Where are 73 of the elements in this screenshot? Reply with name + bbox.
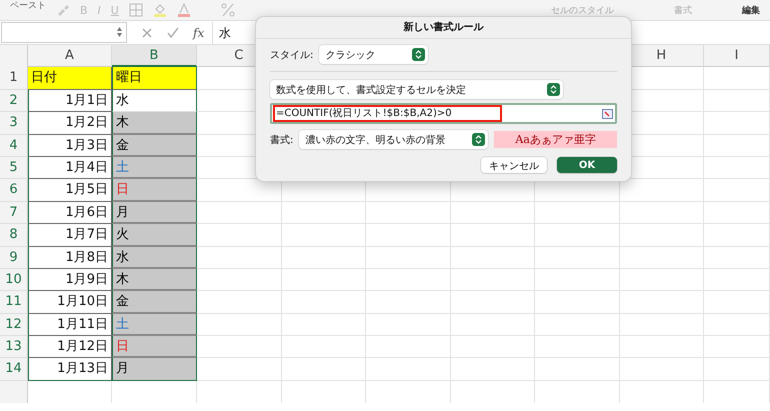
formula-text: =COUNTIF(祝日リスト!$B:$B,A2)>0	[273, 105, 502, 122]
table-cell: 日	[112, 179, 197, 202]
table-cell: 月	[112, 358, 197, 381]
row-header[interactable]: 1	[0, 67, 28, 90]
cancel-icon[interactable]	[141, 26, 153, 38]
row-header[interactable]: 7	[0, 202, 28, 224]
cancel-button[interactable]: キャンセル	[481, 157, 547, 173]
percent-icon[interactable]	[220, 3, 235, 17]
table-cell: 火	[112, 224, 197, 247]
empty-cell	[704, 246, 770, 269]
table-cell: 日	[112, 336, 197, 358]
row-header[interactable]	[0, 380, 28, 404]
table-cell: 月	[112, 202, 197, 224]
row-header[interactable]: 13	[0, 336, 28, 358]
range-select-icon[interactable]	[602, 108, 613, 118]
font-color-icon[interactable]	[176, 3, 191, 17]
stepper-icon[interactable]	[116, 26, 123, 38]
table-cell: 金	[112, 291, 197, 314]
check-icon[interactable]	[167, 26, 179, 38]
row-header[interactable]: 14	[0, 358, 28, 381]
table-cell: 1月1日	[28, 90, 112, 112]
row-header[interactable]: 6	[0, 179, 28, 202]
format-dropdown[interactable]: 濃い赤の文字、明るい赤の背景	[299, 130, 488, 149]
stepper-icon	[472, 133, 486, 146]
ok-button[interactable]: OK	[557, 157, 617, 173]
empty-cell	[704, 314, 770, 336]
stepper-icon	[547, 83, 560, 96]
stepper-icon	[412, 48, 426, 61]
table-cell: 土	[112, 156, 197, 180]
formula-input-field[interactable]: =COUNTIF(祝日リスト!$B:$B,A2)>0	[270, 103, 617, 124]
row-header[interactable]: 2	[0, 90, 28, 112]
row-header[interactable]: 4	[0, 134, 28, 157]
table-cell: 金	[112, 134, 197, 157]
empty-cell	[704, 112, 770, 135]
empty-cell	[704, 134, 770, 157]
table-cell: 木	[112, 112, 197, 135]
empty-cell	[704, 336, 770, 358]
row-header[interactable]: 11	[0, 291, 28, 314]
style-dropdown[interactable]: クラシック	[319, 45, 428, 64]
table-cell: 曜日	[112, 67, 197, 90]
edit-button[interactable]: 編集	[742, 4, 760, 16]
select-all-button[interactable]	[0, 45, 28, 68]
empty-cell	[704, 202, 770, 224]
column-header[interactable]: A	[28, 45, 112, 68]
column-header[interactable]: I	[704, 45, 770, 68]
function-button[interactable]: fx	[193, 26, 204, 40]
row-header[interactable]: 5	[0, 156, 28, 180]
dialog-title: 新しい書式ルール	[256, 17, 631, 39]
row-header[interactable]: 8	[0, 224, 28, 247]
paste-label: ペースト	[10, 0, 46, 12]
empty-cell	[704, 179, 770, 202]
format-label: 書式:	[270, 134, 294, 146]
empty-cell	[704, 67, 770, 90]
table-cell: 日付	[28, 67, 112, 90]
table-cell: 水	[112, 246, 197, 269]
brush-icon[interactable]	[56, 4, 70, 16]
table-cell: 土	[112, 314, 197, 336]
empty-cell	[704, 90, 770, 112]
row-header[interactable]: 10	[0, 268, 28, 292]
empty-cell	[704, 268, 770, 292]
empty-cell	[704, 291, 770, 314]
empty-cell	[704, 358, 770, 381]
fill-color-icon[interactable]	[152, 3, 167, 17]
rule-type-dropdown[interactable]: 数式を使用して、書式設定するセルを決定	[270, 80, 563, 99]
table-cell: 木	[112, 268, 197, 292]
row-header[interactable]: 12	[0, 314, 28, 336]
row-header[interactable]: 3	[0, 112, 28, 135]
empty-cell	[704, 156, 770, 180]
empty-cell	[704, 224, 770, 247]
row-header[interactable]: 9	[0, 246, 28, 269]
borders-icon[interactable]	[128, 3, 143, 17]
column-header[interactable]: B	[112, 45, 197, 68]
format-preview: Aaあぁアァ亜字	[494, 131, 617, 148]
